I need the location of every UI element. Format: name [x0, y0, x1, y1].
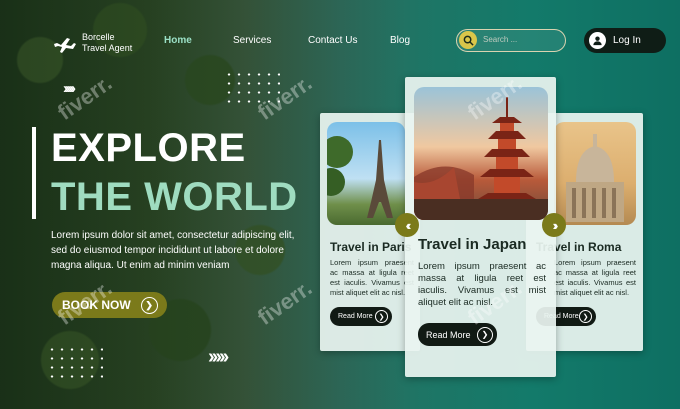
brand-logo[interactable]: Borcelle Travel Agent [52, 31, 132, 55]
card-title: Travel in Japan [418, 236, 527, 253]
read-more-label: Read More [426, 329, 471, 340]
roma-image [554, 122, 636, 225]
paris-image [327, 122, 405, 225]
hero-title-line1: EXPLORE [51, 126, 246, 170]
card-title: Travel in Paris [330, 240, 412, 254]
read-more-button[interactable]: Read More ❯ [418, 323, 497, 346]
carousel-prev-button[interactable]: ‹‹ [395, 213, 419, 237]
carousel-next-button[interactable]: ›› [542, 213, 566, 237]
brand-tagline: Travel Agent [82, 43, 133, 53]
card-body: Lorem ipsum praesent ac massa at ligula … [330, 258, 414, 297]
brand-name: Borcelle [82, 32, 115, 42]
airplane-icon [54, 38, 76, 53]
arrow-right-icon: ❯ [579, 310, 592, 323]
nav-home[interactable]: Home [164, 35, 192, 46]
nav-blog[interactable]: Blog [390, 35, 410, 46]
hero-description: Lorem ipsum dolor sit amet, consectetur … [51, 230, 295, 271]
read-more-label: Read More [338, 313, 373, 320]
arrow-right-icon: ❯ [140, 296, 158, 314]
dots-decoration [47, 345, 103, 381]
user-icon [589, 32, 606, 49]
hero-title-line2: THE WORLD [51, 175, 298, 219]
login-label: Log In [613, 35, 641, 46]
arrow-right-icon: ❯ [375, 310, 388, 323]
nav-contact[interactable]: Contact Us [308, 35, 357, 46]
nav-services[interactable]: Services [233, 35, 271, 46]
search-input[interactable]: Search ... [456, 29, 566, 52]
read-more-button[interactable]: Read More ❯ [330, 307, 392, 326]
title-accent-bar [32, 127, 36, 219]
search-placeholder: Search ... [483, 35, 518, 44]
card-body: Lorem ipsum praesent ac massa at ligula … [554, 258, 636, 297]
chevrons-decoration: ››››› [208, 346, 229, 368]
login-button[interactable]: Log In [584, 28, 666, 53]
search-icon [459, 31, 477, 49]
